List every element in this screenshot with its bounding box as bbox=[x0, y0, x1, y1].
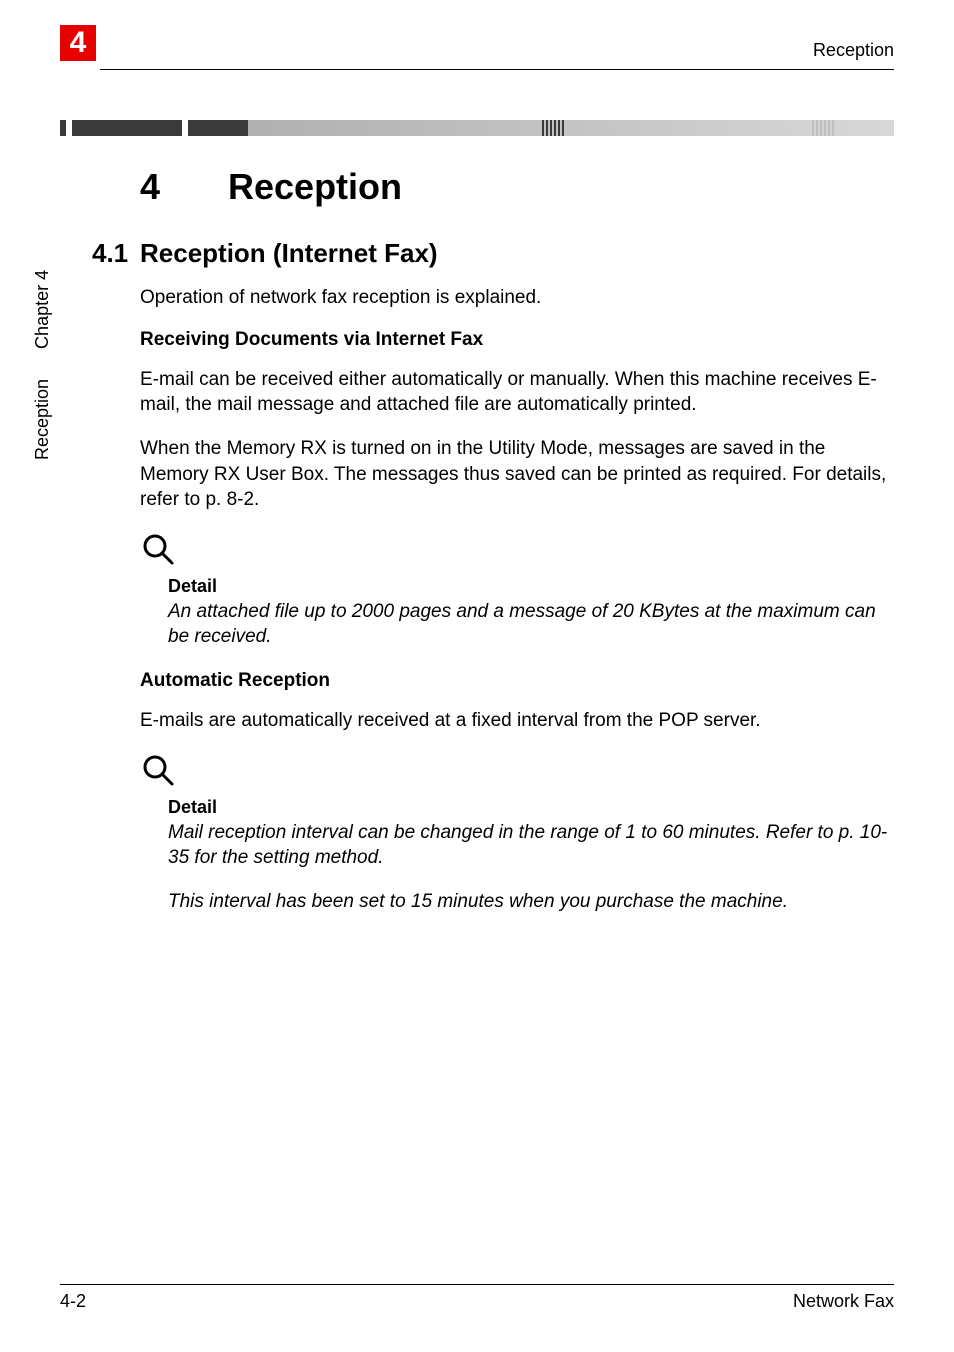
detail-text: Mail reception interval can be changed i… bbox=[168, 820, 894, 871]
magnifier-icon bbox=[140, 531, 894, 572]
paragraph: When the Memory RX is turned on in the U… bbox=[140, 436, 894, 513]
detail-text: An attached file up to 2000 pages and a … bbox=[168, 599, 894, 650]
header-section-label: Reception bbox=[813, 40, 894, 61]
subheading-receiving: Receiving Documents via Internet Fax bbox=[140, 329, 894, 351]
detail-label: Detail bbox=[168, 576, 894, 597]
magnifier-icon bbox=[140, 752, 894, 793]
detail-text: This interval has been set to 15 minutes… bbox=[168, 889, 894, 915]
footer-rule bbox=[60, 1284, 894, 1285]
section-title-text: Reception (Internet Fax) bbox=[140, 238, 438, 268]
document-title: Network Fax bbox=[793, 1291, 894, 1312]
page-number: 4-2 bbox=[60, 1291, 86, 1312]
page-header: 4 Reception bbox=[0, 0, 954, 69]
chapter-title: 4Reception bbox=[140, 166, 894, 208]
detail-note: Detail An attached file up to 2000 pages… bbox=[140, 531, 894, 650]
section-title: 4.1Reception (Internet Fax) bbox=[92, 238, 894, 269]
chapter-title-text: Reception bbox=[228, 166, 402, 207]
paragraph: E-mails are automatically received at a … bbox=[140, 708, 894, 734]
detail-label: Detail bbox=[168, 797, 894, 818]
chapter-title-number: 4 bbox=[140, 166, 228, 208]
side-tab-section: Reception bbox=[32, 379, 53, 460]
subheading-automatic: Automatic Reception bbox=[140, 670, 894, 692]
section-title-number: 4.1 bbox=[92, 238, 140, 269]
header-rule bbox=[100, 69, 894, 70]
decorative-divider bbox=[60, 120, 894, 136]
side-tab-chapter: Chapter 4 bbox=[32, 270, 53, 349]
side-tab: Chapter 4 Reception bbox=[32, 270, 53, 460]
paragraph: E-mail can be received either automatica… bbox=[140, 367, 894, 418]
chapter-number-badge: 4 bbox=[60, 25, 96, 61]
page-footer: 4-2 Network Fax bbox=[60, 1284, 894, 1312]
page-content: 4Reception 4.1Reception (Internet Fax) O… bbox=[0, 166, 954, 915]
section-intro: Operation of network fax reception is ex… bbox=[140, 285, 894, 311]
detail-note: Detail Mail reception interval can be ch… bbox=[140, 752, 894, 915]
